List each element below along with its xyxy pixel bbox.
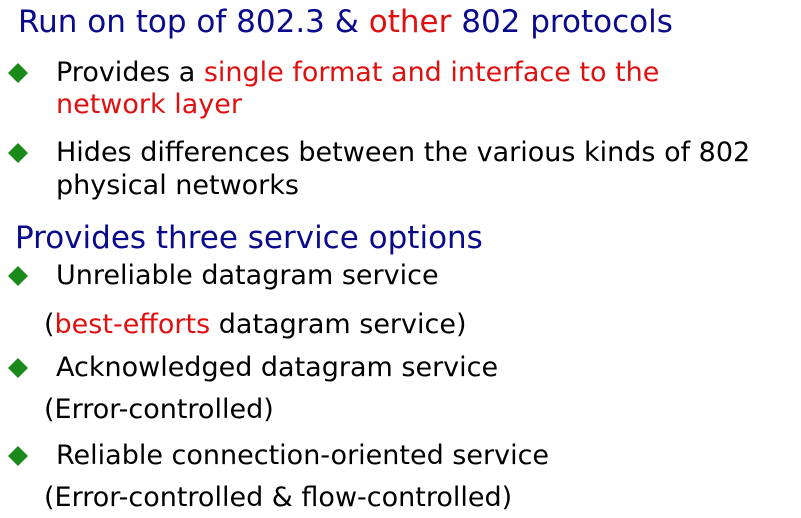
- bullet4-line1: Acknowledged datagram service: [56, 352, 499, 383]
- bullet3-paren-open: (: [44, 309, 55, 340]
- bullet1-highlight: single format and interface to the: [203, 57, 660, 88]
- bullet1-line2: network layer: [56, 87, 242, 123]
- green-diamond-icon: [8, 358, 28, 378]
- bullet3-line2: (best-efforts datagram service): [44, 307, 467, 343]
- heading-run-on-top: Run on top of 802.3 & other 802 protocol…: [18, 4, 673, 40]
- green-diamond-icon: [8, 63, 28, 83]
- green-diamond-icon: [8, 446, 28, 466]
- green-diamond-icon: [8, 266, 28, 286]
- bullet3-highlight: best-efforts: [54, 309, 211, 340]
- bullet4-line2: (Error-controlled): [44, 394, 274, 425]
- bullet1-highlight-cont: network layer: [56, 89, 242, 120]
- bullet2-line2: physical networks: [56, 170, 299, 201]
- bullet1-line1: Provides a single format and interface t…: [56, 55, 659, 91]
- bullet5-line2: (Error-controlled & flow-controlled): [44, 482, 513, 513]
- slide: Run on top of 802.3 & other 802 protocol…: [0, 0, 801, 518]
- heading1-text-part1: Run on top of 802.3 &: [18, 4, 369, 40]
- bullet1-text: Provides a: [56, 57, 204, 88]
- heading1-text-highlight: other: [368, 4, 452, 40]
- heading1-text-part3: 802 protocols: [451, 4, 673, 40]
- green-diamond-icon: [8, 143, 28, 163]
- bullet3-line1: Unreliable datagram service: [56, 260, 439, 291]
- bullet5-line1: Reliable connection-oriented service: [56, 440, 550, 471]
- heading-service-options: Provides three service options: [15, 220, 483, 256]
- bullet2-line1: Hides differences between the various ki…: [56, 137, 751, 168]
- bullet3-text-rest: datagram service): [210, 309, 467, 340]
